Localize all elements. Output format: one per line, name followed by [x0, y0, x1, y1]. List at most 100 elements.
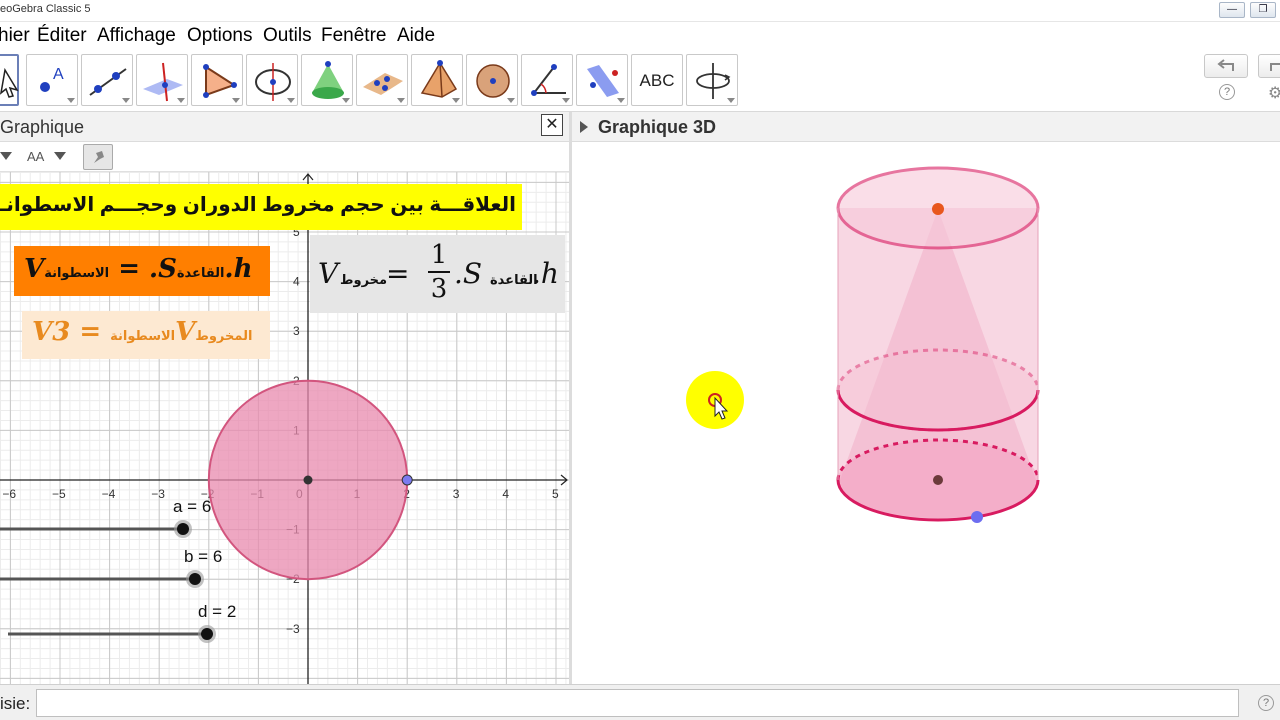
y-tick-label: 3: [293, 324, 300, 338]
move-tool-button[interactable]: [0, 54, 19, 106]
restore-button[interactable]: ❐: [1250, 2, 1276, 18]
slider-a-label: a = 6: [173, 497, 212, 516]
menu-help[interactable]: Aide: [397, 25, 435, 47]
pyramid-tool-button[interactable]: [411, 54, 463, 106]
point-tool-button[interactable]: A: [26, 54, 78, 106]
formula-tail: .h: [532, 257, 559, 290]
graphics-3d-view[interactable]: [572, 142, 1280, 684]
perpendicular-tool-button[interactable]: [136, 54, 188, 106]
expand-arrow-icon[interactable]: [580, 121, 590, 133]
x-tick-label: −3: [151, 487, 165, 501]
formula-mid: .S: [454, 257, 483, 290]
style-bar: AA: [0, 142, 569, 172]
toolbar: A ABC ? ⚙: [0, 50, 1280, 112]
formula-subscript-base: القاعدة: [176, 266, 225, 281]
fraction-one-third: 1 3: [428, 241, 450, 303]
formula-tail: .h: [224, 254, 253, 284]
x-tick-label: 4: [502, 487, 509, 501]
formula-equals: =: [386, 257, 410, 290]
redo-button[interactable]: [1258, 54, 1280, 78]
cone-tool-button[interactable]: [301, 54, 353, 106]
circle-tool-button[interactable]: [246, 54, 298, 106]
fraction-denominator: 3: [430, 274, 448, 304]
tool-menu-arrow-icon: [287, 98, 295, 103]
font-size-label[interactable]: AA: [27, 149, 44, 164]
formula-volume-ratio: V الاسطوانة = 3Vالمخروط: [22, 311, 270, 359]
x-tick-label: 3: [453, 487, 460, 501]
polygon-tool-button[interactable]: [191, 54, 243, 106]
graphics-panel-title: Graphique: [0, 117, 85, 137]
cone-apex-point: [932, 203, 944, 215]
formula-cylinder-volume: Vالاسطوانة = .Sالقاعدة.h: [14, 246, 270, 296]
font-dropdown-arrow-icon[interactable]: [54, 152, 68, 162]
tool-menu-arrow-icon: [562, 98, 570, 103]
menu-bar: hier Éditer Affichage Options Outils Fen…: [0, 22, 1280, 50]
pin-button[interactable]: [83, 144, 113, 170]
text-tool-button[interactable]: ABC: [631, 54, 683, 106]
x-tick-label: 5: [552, 487, 559, 501]
restore-icon: ❐: [1258, 4, 1268, 15]
slider-knob: [189, 573, 201, 585]
input-help-icon[interactable]: ?: [1258, 695, 1274, 711]
tool-menu-arrow-icon: [452, 98, 460, 103]
slider-knob: [177, 523, 189, 535]
banner-text: العلاقـــة بين حجم مخروط الدوران وحجـــم…: [0, 194, 516, 216]
menu-edit[interactable]: Éditer: [37, 25, 87, 47]
circle-radius-point: [401, 474, 413, 486]
pin-icon: [94, 151, 104, 163]
redo-icon: [1270, 63, 1280, 71]
graphics-panel-header: Graphique ✕: [0, 112, 569, 142]
menu-view[interactable]: Affichage: [97, 25, 176, 47]
title-banner: العلاقـــة بين حجم مخروط الدوران وحجـــم…: [0, 184, 522, 230]
tool-menu-arrow-icon: [617, 98, 625, 103]
window-title: eoGebra Classic 5: [0, 3, 91, 15]
formula-v: V: [32, 317, 53, 347]
rotate-view-tool-button[interactable]: [686, 54, 738, 106]
angle-tool-button[interactable]: [521, 54, 573, 106]
cursor-arrow-icon: [0, 67, 19, 98]
plane-tool-button[interactable]: [356, 54, 408, 106]
formula-v: V: [24, 254, 45, 284]
x-tick-label: −5: [52, 487, 66, 501]
menu-file[interactable]: hier: [0, 25, 30, 47]
minimize-button[interactable]: —: [1219, 2, 1245, 18]
line-tool-button[interactable]: [81, 54, 133, 106]
svg-text:A: A: [53, 66, 64, 83]
slider-b-label: b = 6: [184, 547, 223, 566]
command-input[interactable]: [36, 689, 1239, 717]
close-panel-button[interactable]: ✕: [541, 114, 563, 136]
tool-menu-arrow-icon: [122, 98, 130, 103]
minimize-icon: —: [1227, 4, 1237, 15]
settings-gear-icon[interactable]: ⚙: [1268, 83, 1280, 103]
base-edge-point: [971, 511, 983, 523]
menu-tools[interactable]: Outils: [263, 25, 312, 47]
formula-subscript: الاسطوانة: [110, 329, 176, 344]
menu-options[interactable]: Options: [187, 25, 252, 47]
formula-subscript: الاسطوانة: [44, 266, 110, 281]
y-tick-label: 4: [293, 275, 300, 289]
formula-v: V: [318, 257, 339, 290]
close-icon: ✕: [545, 116, 559, 133]
graphics-3d-panel-header: Graphique 3D: [572, 112, 1280, 142]
formula-cone-volume: V مخروط = 1 3 .S القاعدة .h: [310, 235, 565, 313]
x-tick-label: −4: [102, 487, 116, 501]
y-tick-label: −3: [286, 622, 300, 636]
help-icon[interactable]: ?: [1219, 84, 1235, 100]
undo-button[interactable]: [1204, 54, 1248, 78]
formula-subscript: مخروط: [340, 273, 388, 288]
graphics-3d-canvas[interactable]: [572, 142, 1280, 684]
slider-knob: [201, 628, 213, 640]
fraction-bar: [428, 271, 450, 273]
tool-menu-arrow-icon: [397, 98, 405, 103]
sphere-tool-button[interactable]: [466, 54, 518, 106]
circle-center-point: [303, 475, 313, 485]
menu-window[interactable]: Fenêtre: [321, 25, 386, 47]
input-bar: isie: ?: [0, 684, 1280, 720]
input-label: isie:: [0, 694, 31, 713]
fraction-numerator: 1: [430, 240, 448, 270]
tool-menu-arrow-icon: [177, 98, 185, 103]
reflect-tool-button[interactable]: [576, 54, 628, 106]
dropdown-arrow-icon[interactable]: [0, 152, 14, 162]
slider-d-label: d = 2: [198, 602, 237, 621]
x-tick-label: −6: [2, 487, 16, 501]
